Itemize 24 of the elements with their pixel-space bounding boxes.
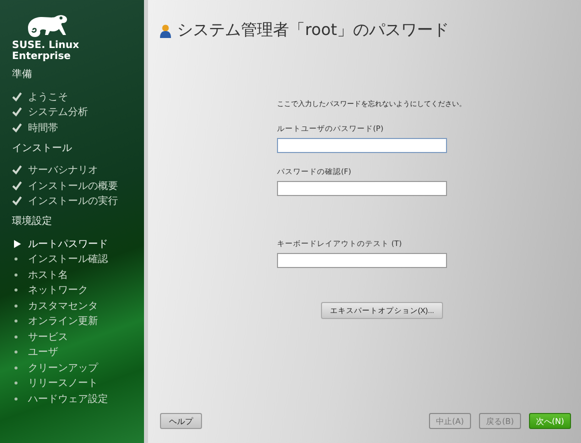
step-label: ネットワーク [28,284,88,298]
step-label: ルートパスワード [28,238,108,251]
step-label: リリースノート [28,377,98,390]
step-group-title: インストール [12,142,73,156]
step-group-title: 環境設定 [12,214,53,229]
product-name: SUSE. Linux Enterprise [12,40,80,62]
page-title: システム管理者「root」のパスワード [177,20,450,41]
step-label: オンライン更新 [28,314,98,328]
step-label: ようこそ [28,90,68,104]
step-label: クリーンアップ [28,362,98,375]
step-label: 時間帯 [28,122,58,135]
help-button[interactable]: ヘルプ [160,413,202,429]
step-label: サーバシナリオ [28,164,98,178]
step-label: ホスト名 [28,268,68,282]
next-button[interactable]: 次へ(N) [529,413,571,429]
step-label: サービス [28,330,68,344]
step-label: ユーザ [28,346,58,360]
step-label: カスタマセンタ [28,300,98,313]
step-label: システム分析 [28,106,88,120]
step-label: インストールの実行 [28,194,118,208]
step-label: ハードウェア設定 [28,392,108,406]
step-label: インストール確認 [28,252,108,266]
step-group-title: 準備 [12,68,33,82]
step-label: インストールの概要 [28,180,118,193]
